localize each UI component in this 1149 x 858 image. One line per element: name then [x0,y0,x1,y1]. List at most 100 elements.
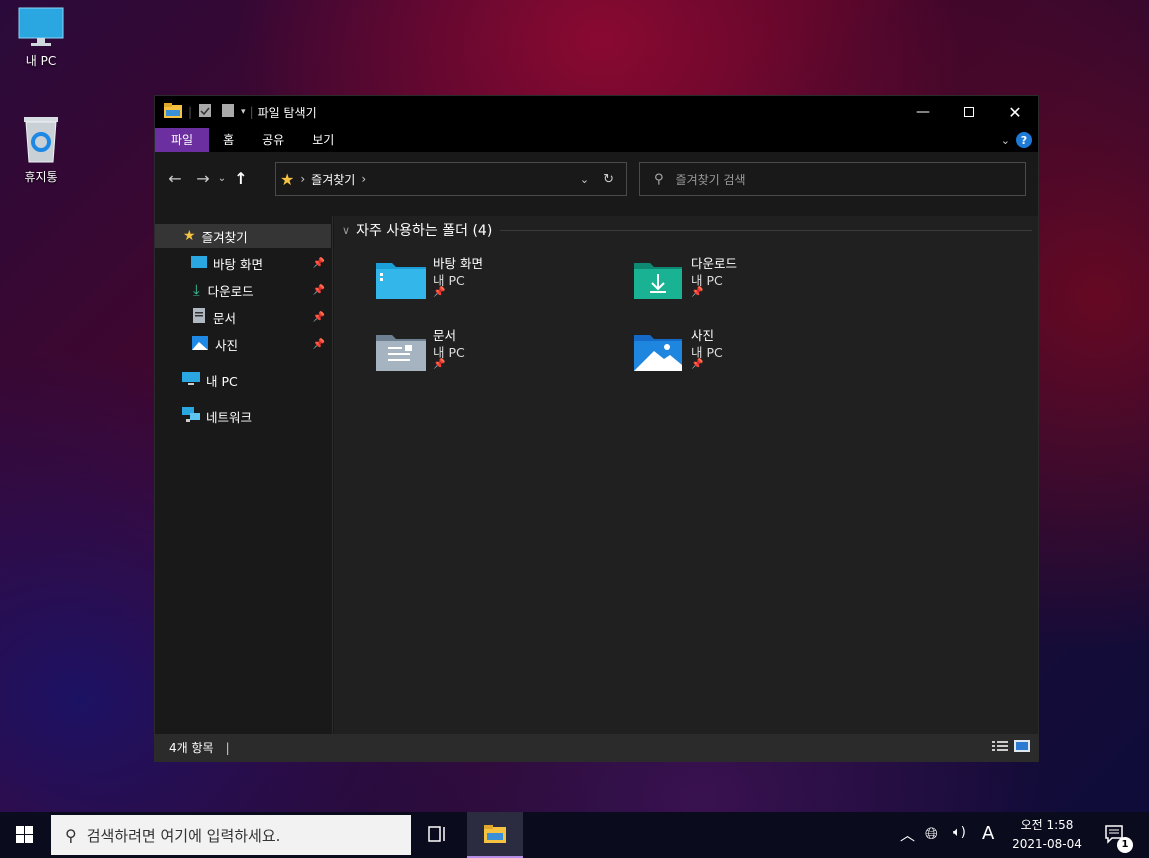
search-placeholder: 즐겨찾기 검색 [675,172,746,187]
download-icon: ⤓ [193,281,200,299]
nav-item-label: 사진 [215,337,239,353]
close-button[interactable]: ✕ [992,103,1038,122]
pin-icon[interactable]: 📌 [313,312,325,323]
group-header[interactable]: ∨ 자주 사용하는 폴더 (4) [342,220,1032,240]
star-icon: ★ [183,228,196,244]
star-icon: ★ [280,169,295,189]
desktop-icon-label: 내 PC [25,54,57,68]
nav-item-label: 즐겨찾기 [201,229,248,245]
address-bar[interactable]: ★ › 즐겨찾기 › ⌄ ↻ [275,162,627,196]
search-box[interactable]: ⚲ 즐겨찾기 검색 [639,162,1026,196]
desktop-folder-icon [191,255,207,271]
folder-tile-pictures[interactable]: 사진 내 PC 📌 [634,325,874,389]
taskbar-search-placeholder: 검색하려면 여기에 입력하세요. [86,826,281,845]
status-bar: 4개 항목 | [155,734,1038,761]
clock-date: 2021-08-04 [1012,837,1082,851]
nav-item-label: 다운로드 [207,283,254,299]
up-button[interactable]: ↑ [229,166,253,190]
refresh-icon[interactable]: ↻ [603,172,614,187]
nav-item-documents[interactable]: 문서 📌 [155,305,331,329]
pictures-folder-icon [634,335,682,371]
task-view-icon[interactable] [428,824,448,847]
nav-item-network[interactable]: 네트워크 [155,404,331,428]
new-folder-icon[interactable] [221,103,235,121]
item-count: 4개 항목 [169,741,214,755]
nav-item-desktop[interactable]: 바탕 화면 📌 [155,251,331,275]
pin-icon: 📌 [691,287,704,298]
taskbar: ⚲ 검색하려면 여기에 입력하세요. ︿ 🌐︎ 🔈︎) A 오전 1:58 20… [0,812,1149,858]
title-bar: | ▾ | 파일 탐색기 — ✕ [155,96,1038,128]
pin-icon: 📌 [433,287,446,298]
network-globe-icon[interactable]: 🌐︎ [925,824,938,844]
minimize-button[interactable]: — [900,104,946,120]
folder-tile-desktop[interactable]: 바탕 화면 내 PC 📌 [376,253,616,317]
content-pane: ∨ 자주 사용하는 폴더 (4) 바탕 화면 내 PC 📌 다운로드 내 PC … [334,216,1038,736]
desktop-folder-icon [376,263,426,299]
navigation-pane: ★ 즐겨찾기 바탕 화면 📌 ⤓ 다운로드 📌 문서 📌 사진 📌 내 PC 네… [155,216,333,736]
pin-icon: 📌 [433,359,446,370]
monitor-icon [18,7,64,46]
downloads-folder-icon [634,263,682,299]
recent-locations-icon[interactable]: ⌄ [215,166,229,190]
search-icon: ⚲ [654,171,664,187]
ribbon-tabs: 파일 홈 공유 보기 ⌄ ? [155,128,1038,152]
clock-time: 오전 1:58 [1020,818,1074,832]
quick-access-toolbar-dropdown-icon[interactable]: ▾ [241,107,246,117]
pin-icon[interactable]: 📌 [313,339,325,350]
ribbon-expand-icon[interactable]: ⌄ [1001,134,1010,147]
tab-view[interactable]: 보기 [298,128,348,152]
address-dropdown-icon[interactable]: ⌄ [580,173,589,186]
search-icon: ⚲ [65,825,77,845]
volume-icon[interactable]: 🔈︎) [953,825,966,840]
taskbar-search-box[interactable]: ⚲ 검색하려면 여기에 입력하세요. [51,815,411,855]
help-icon[interactable]: ? [1016,132,1032,148]
input-method-indicator[interactable]: A [982,823,994,844]
pin-icon[interactable]: 📌 [313,258,325,269]
nav-item-quick-access[interactable]: ★ 즐겨찾기 [155,224,331,248]
tab-file[interactable]: 파일 [155,128,210,152]
file-explorer-icon [484,825,506,846]
start-button[interactable] [16,826,33,846]
windows-logo-icon [16,826,33,843]
tab-share[interactable]: 공유 [248,128,298,152]
nav-item-pictures[interactable]: 사진 📌 [155,332,331,356]
chevron-right-icon: › [361,172,367,186]
group-header-label: 자주 사용하는 폴더 (4) [356,223,493,239]
nav-item-downloads[interactable]: ⤓ 다운로드 📌 [155,278,331,302]
chevron-right-icon: › [300,172,306,186]
file-explorer-window: | ▾ | 파일 탐색기 — ✕ 파일 홈 공유 보기 ⌄ ? ← → ⌄ ↑ … [154,95,1039,762]
desktop-icon-this-pc[interactable]: 내 PC [1,6,81,69]
folder-tile-documents[interactable]: 문서 내 PC 📌 [376,325,616,389]
nav-item-this-pc[interactable]: 내 PC [155,368,331,392]
notification-badge: 1 [1117,837,1133,853]
recycle-bin-icon [24,117,58,163]
folder-icon [164,103,182,121]
monitor-icon [182,371,200,389]
nav-item-label: 문서 [213,310,237,326]
folder-tile-downloads[interactable]: 다운로드 내 PC 📌 [634,253,874,317]
pictures-icon [192,335,208,353]
clock[interactable]: 오전 1:58 2021-08-04 [1008,816,1086,854]
details-view-icon[interactable] [992,740,1008,755]
nav-item-label: 바탕 화면 [213,256,263,272]
pin-icon: 📌 [691,359,704,370]
tab-home[interactable]: 홈 [209,128,248,152]
network-icon [182,407,200,425]
large-icons-view-icon[interactable] [1014,740,1030,755]
pin-icon[interactable]: 📌 [313,285,325,296]
nav-item-label: 네트워크 [206,409,253,425]
chevron-down-icon: ∨ [342,223,351,237]
address-path[interactable]: 즐겨찾기 [311,171,355,188]
documents-folder-icon [376,335,426,371]
window-title: 파일 탐색기 [257,105,317,120]
back-button[interactable]: ← [163,166,187,190]
nav-item-label: 내 PC [206,373,238,389]
properties-icon[interactable] [198,103,212,121]
taskbar-file-explorer[interactable] [467,812,523,858]
show-hidden-icons-icon[interactable]: ︿ [900,824,915,845]
forward-button[interactable]: → [191,166,215,190]
document-icon [193,308,205,326]
desktop-icon-recycle-bin[interactable]: 휴지통 [1,114,81,185]
desktop-icon-label: 휴지통 [24,170,58,184]
maximize-button[interactable] [946,107,992,117]
